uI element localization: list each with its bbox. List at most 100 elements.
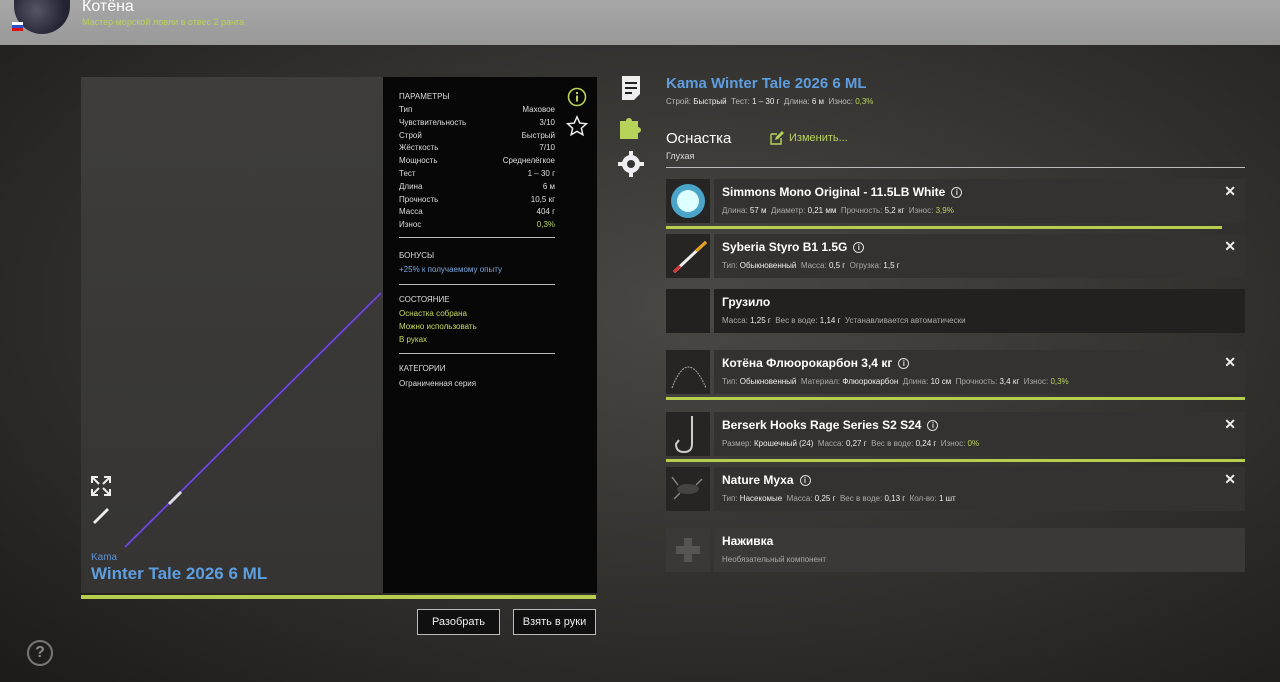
param-row: Тип Маховое <box>399 105 555 114</box>
divider <box>666 167 1245 168</box>
param-value: 10,5 кг <box>530 194 555 204</box>
component-float[interactable]: Syberia Styro B1 1.5G i Тип: Обыкновенный … <box>666 234 1245 278</box>
russia-flag-icon <box>12 22 23 31</box>
rod-model: Winter Tale 2026 6 ML <box>91 564 268 583</box>
param-row: Прочность 10,5 кг <box>399 195 555 204</box>
param-row: Износ 0,3% <box>399 220 555 229</box>
component-fishing-line[interactable]: Simmons Mono Original - 11.5LB White i Дли… <box>666 179 1245 223</box>
take-in-hands-button[interactable]: Взять в руки <box>513 609 596 635</box>
help-icon[interactable]: ? <box>27 640 53 666</box>
component-name: Грузило <box>722 295 771 309</box>
rod-full-title: Kama Winter Tale 2026 6 ML <box>666 75 867 92</box>
puzzle-icon[interactable] <box>617 112 645 140</box>
rod-tool-icon[interactable] <box>90 503 112 525</box>
expand-icon[interactable] <box>90 475 112 497</box>
component-name: Berserk Hooks Rage Series S2 S24 i <box>722 418 939 432</box>
component-details: Масса: 1,25 г Вес в воде: 1,14 г Устанав… <box>722 316 966 325</box>
component-hook[interactable]: Berserk Hooks Rage Series S2 S24 i Размер:… <box>666 412 1245 456</box>
component-bait-slot[interactable]: Наживка Необязательный компонент <box>666 528 1245 572</box>
info-icon[interactable] <box>567 87 587 107</box>
param-value: 404 г <box>536 207 556 217</box>
remove-component-button[interactable]: ✕ <box>1224 354 1236 371</box>
rod-preview[interactable]: Kama Winter Tale 2026 6 ML <box>81 77 383 593</box>
param-value: 7/10 <box>539 143 555 153</box>
component-details: Тип: Обыкновенный Масса: 0,5 г Огрузка: … <box>722 261 900 270</box>
state-line: Можно использовать <box>399 322 477 331</box>
categories-header: Категории <box>399 364 446 373</box>
component-body[interactable]: Berserk Hooks Rage Series S2 S24 i Размер:… <box>714 412 1245 456</box>
rod-condition-bar <box>81 595 596 599</box>
param-key: Масса <box>399 207 423 217</box>
divider <box>399 237 555 238</box>
component-details: Тип: Обыкновенный Материал: Флюорокарбон… <box>722 377 1069 386</box>
component-sinker[interactable]: Грузило Масса: 1,25 г Вес в воде: 1,14 г … <box>666 289 1245 333</box>
component-fly-bait[interactable]: Nature Муха i Тип: Насекомые Масса: 0,25 г… <box>666 467 1245 511</box>
remove-component-button[interactable]: ✕ <box>1224 183 1236 200</box>
float-icon <box>666 234 710 278</box>
component-body[interactable]: Грузило Масса: 1,25 г Вес в воде: 1,14 г … <box>714 289 1245 333</box>
info-icon[interactable]: i <box>799 474 811 486</box>
rod-brand: Kama <box>91 552 118 563</box>
component-body[interactable]: Наживка Необязательный компонент <box>714 528 1245 572</box>
gear-icon[interactable] <box>617 150 645 178</box>
param-value: Быстрый <box>521 130 555 140</box>
param-key: Длина <box>399 181 423 191</box>
component-details: Тип: Насекомые Масса: 0,25 г Вес в воде:… <box>722 494 956 503</box>
component-name: Nature Муха i <box>722 473 811 487</box>
info-icon[interactable]: i <box>951 186 963 198</box>
category-text: Ограниченная серия <box>399 379 477 388</box>
component-body[interactable]: Котёна Флюорокарбон 3,4 кг i Тип: Обыкнове… <box>714 350 1245 394</box>
line-spool-icon <box>666 179 710 223</box>
component-body[interactable]: Syberia Styro B1 1.5G i Тип: Обыкновенный … <box>714 234 1245 278</box>
remove-component-button[interactable]: ✕ <box>1224 238 1236 255</box>
sinker-icon <box>666 289 710 333</box>
params-header: Параметры <box>399 92 450 101</box>
component-details: Необязательный компонент <box>722 555 827 564</box>
rod-stats: Строй: Быстрый Тест: 1 – 30 г Длина: 6 м… <box>666 97 874 106</box>
info-icon[interactable]: i <box>853 241 865 253</box>
user-rank: Мастер морской ловли в отвес 2 ранга <box>82 17 245 27</box>
param-value: 6 м <box>542 181 555 191</box>
rod-image <box>124 292 382 548</box>
param-key: Жёсткость <box>399 143 439 153</box>
info-icon[interactable]: i <box>898 357 910 369</box>
state-line: Оснастка собрана <box>399 309 467 318</box>
rig-label: Оснастка <box>666 130 732 147</box>
divider <box>399 353 555 354</box>
param-row: Жёсткость 7/10 <box>399 143 555 152</box>
param-key: Тип <box>399 105 413 114</box>
remove-component-button[interactable]: ✕ <box>1224 471 1236 488</box>
component-body[interactable]: Nature Муха i Тип: Насекомые Масса: 0,25 г… <box>714 467 1245 511</box>
top-bar: Котёна Мастер морской ловли в отвес 2 ра… <box>0 0 1280 45</box>
component-leader[interactable]: Котёна Флюорокарбон 3,4 кг i Тип: Обыкнове… <box>666 350 1245 394</box>
component-details: Размер: Крошечный (24) Масса: 0,27 г Вес… <box>722 439 980 448</box>
state-header: Состояние <box>399 295 450 304</box>
document-icon[interactable] <box>617 74 645 102</box>
user-name: Котёна <box>82 0 134 15</box>
param-key: Прочность <box>399 194 439 204</box>
param-value: 3/10 <box>539 117 555 127</box>
state-line: В руках <box>399 335 428 344</box>
component-name: Котёна Флюорокарбон 3,4 кг i <box>722 356 910 370</box>
param-key: Тест <box>399 169 416 178</box>
param-key: Чувствительность <box>399 117 467 127</box>
parameters-panel: Параметры Тип Маховое Чувствительность 3/10… <box>383 77 597 593</box>
component-body[interactable]: Simmons Mono Original - 11.5LB White i Дли… <box>714 179 1245 223</box>
edit-icon <box>770 131 784 145</box>
param-row: Мощность Среднелёгкое <box>399 156 555 165</box>
bonuses-header: Бонусы <box>399 251 435 260</box>
info-icon[interactable]: i <box>927 419 939 431</box>
param-row: Масса 404 г <box>399 207 555 216</box>
bonus-text: +25% к получаемому опыту <box>399 265 503 274</box>
component-name: Syberia Styro B1 1.5G i <box>722 240 865 254</box>
fly-bait-icon <box>666 467 710 511</box>
hook-icon <box>666 412 710 456</box>
param-value: 0,3% <box>536 220 555 230</box>
param-key: Строй <box>399 130 422 140</box>
param-row: Строй Быстрый <box>399 131 555 140</box>
star-icon[interactable] <box>566 115 588 137</box>
change-rig-button[interactable]: Изменить... <box>770 131 848 145</box>
wear-bar <box>666 226 1222 229</box>
remove-component-button[interactable]: ✕ <box>1224 416 1236 433</box>
disassemble-button[interactable]: Разобрать <box>417 609 500 635</box>
